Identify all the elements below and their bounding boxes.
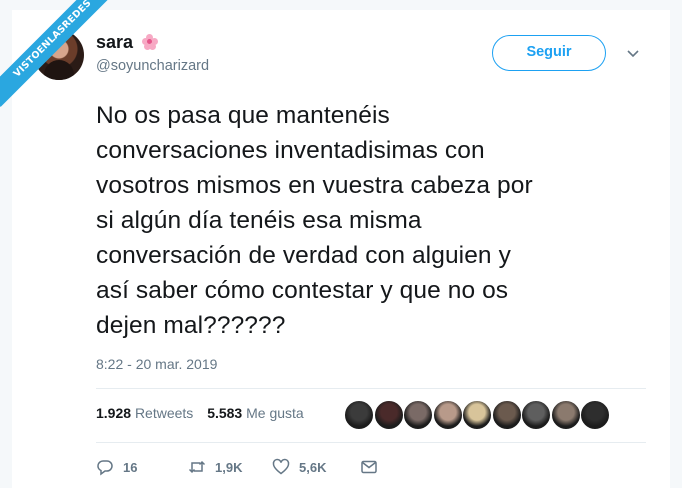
retweet-action[interactable]: 1,9K bbox=[188, 458, 242, 476]
retweet-count: 1,9K bbox=[215, 459, 243, 475]
liker-avatar[interactable] bbox=[462, 400, 492, 430]
likes-label: Me gusta bbox=[246, 405, 304, 421]
envelope-icon bbox=[361, 460, 377, 474]
liker-avatar[interactable] bbox=[521, 400, 551, 430]
liker-avatar[interactable] bbox=[344, 400, 374, 430]
like-count: 5,6K bbox=[299, 459, 327, 475]
retweets-count: 1.928 bbox=[96, 405, 132, 421]
tweet-text: No os pasa que mantenéis conversaciones … bbox=[96, 102, 533, 339]
liker-avatar[interactable] bbox=[373, 400, 404, 430]
reply-icon bbox=[97, 460, 113, 476]
reply-count: 16 bbox=[123, 459, 138, 475]
like-action[interactable]: 5,6K bbox=[272, 458, 326, 476]
follow-button[interactable]: Seguir bbox=[492, 35, 606, 71]
liker-avatar[interactable] bbox=[403, 400, 433, 430]
divider-bottom bbox=[96, 442, 646, 443]
divider-top bbox=[96, 388, 646, 389]
liker-avatar[interactable] bbox=[491, 400, 522, 430]
retweets-label: Retweets bbox=[134, 405, 194, 421]
chevron-down-icon[interactable] bbox=[626, 46, 640, 60]
cherry-blossom-icon bbox=[141, 34, 158, 50]
retweet-icon bbox=[188, 460, 206, 474]
engagement-stats: 1.928 Retweets 5.583 Me gusta bbox=[96, 405, 304, 421]
retweets-stat[interactable]: 1.928 Retweets bbox=[96, 405, 193, 421]
heart-icon bbox=[272, 458, 290, 475]
liker-avatar[interactable] bbox=[580, 400, 610, 430]
likes-stat[interactable]: 5.583 Me gusta bbox=[207, 405, 304, 421]
tweet-timestamp[interactable]: 8:22 - 20 mar. 2019 bbox=[96, 356, 217, 372]
user-name-row[interactable]: sara bbox=[96, 32, 158, 53]
liker-avatar[interactable] bbox=[550, 400, 581, 430]
frame-right bbox=[670, 0, 682, 488]
message-action[interactable] bbox=[360, 458, 378, 476]
liker-avatar[interactable] bbox=[432, 400, 463, 430]
user-handle[interactable]: @soyuncharizard bbox=[96, 58, 209, 74]
likes-count: 5.583 bbox=[207, 405, 243, 421]
reply-action[interactable]: 16 bbox=[96, 458, 137, 476]
display-name[interactable]: sara bbox=[96, 32, 133, 53]
